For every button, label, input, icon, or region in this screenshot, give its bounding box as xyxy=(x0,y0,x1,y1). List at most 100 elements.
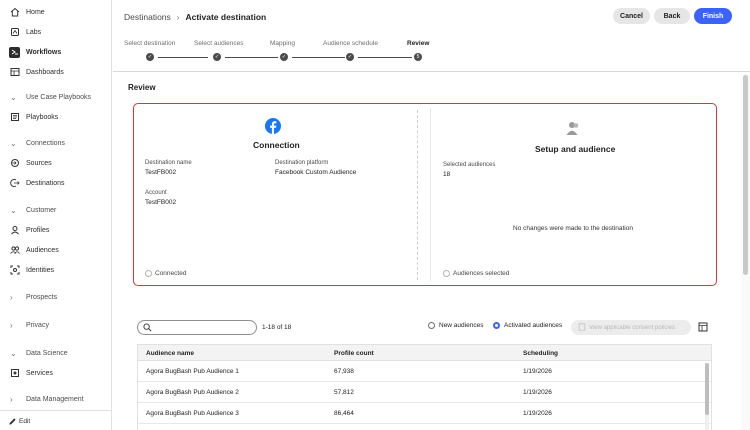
column-settings-icon[interactable] xyxy=(698,322,708,334)
sidebar-item-workflows[interactable]: Workflows xyxy=(0,44,112,60)
step-label: Mapping xyxy=(270,40,295,47)
sidebar-item-services[interactable]: Services xyxy=(0,365,112,381)
card-divider xyxy=(417,110,418,280)
step-complete-check-icon[interactable]: ✓ xyxy=(346,53,354,61)
sidebar-item-home[interactable]: Home xyxy=(0,4,112,20)
new-audiences-radio[interactable]: New audiences xyxy=(428,322,483,329)
step-complete-check-icon[interactable]: ✓ xyxy=(280,53,288,61)
finish-button[interactable]: Finish xyxy=(694,8,732,24)
step-connector xyxy=(225,56,278,58)
sidebar-group-connections[interactable]: ⌄ Connections xyxy=(0,135,112,151)
policy-icon xyxy=(578,323,586,333)
sidebar-group-data-management[interactable]: › Data Management xyxy=(0,391,112,407)
step-complete-check-icon[interactable]: ✓ xyxy=(146,53,154,61)
setup-title: Setup and audience xyxy=(535,144,616,154)
review-summary: Connection Destination name TestFB002 De… xyxy=(133,103,717,286)
account-label: Account xyxy=(145,190,167,196)
profile-count-cell: 67,938 xyxy=(334,368,354,375)
playbooks-icon xyxy=(9,112,20,123)
step-connector xyxy=(292,56,345,58)
sidebar-item-label: Playbooks xyxy=(26,113,59,121)
breadcrumb: Destinations › Activate destination xyxy=(124,12,266,22)
sidebar-group-customer[interactable]: ⌄ Customer xyxy=(0,202,112,218)
workflows-icon xyxy=(9,46,20,58)
sidebar-item-label: Data Management xyxy=(26,395,84,403)
sidebar-item-audiences[interactable]: Audiences xyxy=(0,242,112,258)
cancel-button[interactable]: Cancel xyxy=(613,8,650,24)
chevron-right-icon: › xyxy=(10,320,13,330)
services-icon xyxy=(9,368,20,379)
sidebar-item-label: Use Case Playbooks xyxy=(26,93,91,101)
chevron-right-icon: › xyxy=(10,292,13,302)
radio-on-icon xyxy=(493,322,500,329)
breadcrumb-destinations[interactable]: Destinations xyxy=(124,12,171,22)
sidebar-item-label: Dashboards xyxy=(26,68,64,76)
table-row[interactable]: Agora BugBash Pub Audience 2 57,812 1/19… xyxy=(138,383,711,403)
profile-count-cell: 86,464 xyxy=(334,410,354,417)
labs-icon xyxy=(9,27,20,38)
sidebar-group-privacy[interactable]: › Privacy xyxy=(0,317,112,333)
column-header-audience-name[interactable]: Audience name xyxy=(146,350,194,357)
selected-audiences-count: 18 xyxy=(443,171,451,178)
column-header-scheduling[interactable]: Scheduling xyxy=(523,350,558,357)
destination-name-value: TestFB002 xyxy=(145,169,177,176)
sidebar-item-label: Workflows xyxy=(26,48,62,56)
account-value: TestFB002 xyxy=(145,199,177,206)
step-connector xyxy=(358,56,412,58)
audience-name-cell: Agora BugBash Pub Audience 2 xyxy=(146,389,239,396)
status-circle-icon xyxy=(443,270,450,277)
connected-status: Connected xyxy=(145,270,186,277)
sidebar-group-prospects[interactable]: › Prospects xyxy=(0,289,112,305)
sidebar-item-identities[interactable]: Identities xyxy=(0,262,112,278)
edit-label: Edit xyxy=(19,417,31,425)
sources-icon xyxy=(9,158,20,169)
sidebar-item-sources[interactable]: Sources xyxy=(0,155,112,171)
back-button[interactable]: Back xyxy=(654,8,690,24)
table-row[interactable]: Agora BugBash Pub Audience 3 86,464 1/19… xyxy=(138,404,711,424)
activated-audiences-radio[interactable]: Activated audiences xyxy=(493,322,562,329)
destination-platform-value: Facebook Custom Audience xyxy=(275,169,357,176)
user-icon xyxy=(565,120,581,136)
step-complete-check-icon[interactable]: ✓ xyxy=(213,53,221,61)
sidebar-item-label: Privacy xyxy=(26,321,49,329)
facebook-icon xyxy=(265,118,281,134)
scheduling-cell: 1/19/2026 xyxy=(523,410,552,417)
sidebar-group-use-case-playbooks[interactable]: ⌄ Use Case Playbooks xyxy=(0,89,112,105)
chevron-right-icon: › xyxy=(176,12,180,22)
sidebar-item-playbooks[interactable]: Playbooks xyxy=(0,109,112,125)
sidebar-item-labs[interactable]: Labs xyxy=(0,24,112,40)
sidebar-item-destinations[interactable]: Destinations xyxy=(0,175,112,191)
scheduling-cell: 1/19/2026 xyxy=(523,368,552,375)
sidebar-item-label: Labs xyxy=(26,28,42,36)
sidebar-group-data-science[interactable]: ⌄ Data Science xyxy=(0,345,112,361)
page-scrollbar[interactable] xyxy=(741,73,750,430)
chevron-down-icon: ⌄ xyxy=(10,138,17,148)
column-header-profile-count[interactable]: Profile count xyxy=(334,350,374,357)
main-content: Review Connection Destination name TestF… xyxy=(113,73,740,430)
step-label: Audience schedule xyxy=(323,40,378,47)
sidebar-item-dashboards[interactable]: Dashboards xyxy=(0,64,112,80)
sidebar-item-profiles[interactable]: Profiles xyxy=(0,222,112,238)
sidebar-footer: Edit xyxy=(0,410,112,430)
profiles-icon xyxy=(9,225,20,236)
pencil-icon xyxy=(7,416,18,427)
sidebar-item-label: Data Science xyxy=(26,349,68,357)
connection-card: Connection Destination name TestFB002 De… xyxy=(138,108,418,281)
sidebar-item-label: Identities xyxy=(26,266,55,274)
search-input[interactable] xyxy=(137,320,257,335)
sidebar-item-label: Services xyxy=(26,369,53,377)
sidebar-item-label: Home xyxy=(26,8,45,16)
sidebar-item-label: Connections xyxy=(26,139,65,147)
destination-platform-label: Destination platform xyxy=(275,160,329,166)
audiences-selected-status: Audiences selected xyxy=(443,270,509,277)
audiences-selected-label: Audiences selected xyxy=(453,270,510,277)
destinations-icon xyxy=(9,178,20,189)
view-consent-policies-button[interactable]: View applicable consent policies xyxy=(571,320,691,335)
table-row[interactable]: Agora BugBash Pub Audience 1 67,938 1/19… xyxy=(138,362,711,382)
setup-card: Setup and audience Selected audiences 18… xyxy=(430,108,712,281)
sidebar: Home Labs Workflows Dashboards ⌄ Use Cas… xyxy=(0,0,112,430)
table-scrollbar-thumb[interactable] xyxy=(705,363,709,415)
results-count: 1-18 of 18 xyxy=(262,324,292,331)
edit-sidebar-button[interactable]: Edit xyxy=(0,413,112,429)
page-scrollbar-thumb[interactable] xyxy=(743,75,748,275)
